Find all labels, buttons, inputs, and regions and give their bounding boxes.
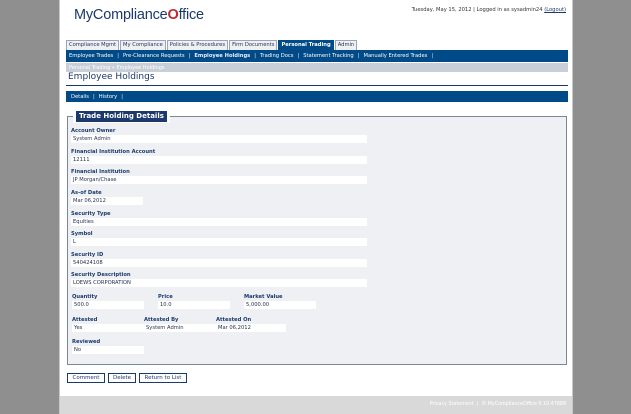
tab-firm-documents[interactable]: Firm Documents [229,40,278,50]
main-tabs: Compliance Mgmt My Compliance Policies &… [66,40,358,50]
tab-admin[interactable]: Admin [334,40,358,50]
logout-link[interactable]: (Logout) [544,7,566,13]
security-type-label: Security Type [71,211,111,217]
logo-check-mark: O [167,7,179,23]
subnav-manually-entered-trades[interactable]: Manually Entered Trades [363,53,427,59]
subnav-statement-tracking[interactable]: Statement Tracking [303,53,354,59]
attested-by-field: System Admin [144,324,216,332]
footer: Privacy Statement | © MyComplianceOffice… [60,396,572,414]
security-description-field: LOEWS CORPORATION [71,279,367,287]
login-prefix: Logged in as [476,7,510,13]
company-logo: MyComplianceOffice [74,7,204,23]
section-title: Trade Holding Details [73,110,170,123]
subnav-separator: | [254,53,257,59]
attested-by-label: Attested By [144,317,179,323]
subnav-separator: | [117,53,119,59]
session-info: Tuesday, May 15, 2012 | Logged in as sys… [411,7,566,13]
breadcrumb-current: Employee Holdings [116,64,165,71]
tab-personal-trading[interactable]: Personal Trading [278,40,334,50]
reviewed-field: No [72,346,144,354]
subnav-separator: | [357,53,360,59]
quantity-label: Quantity [72,294,98,300]
account-owner-label: Account Owner [71,128,116,134]
reviewed-label: Reviewed [72,339,101,345]
logo-text: MyCompliance [74,7,168,23]
subnav-separator: | [297,53,300,59]
fi-label: Financial Institution [71,169,130,175]
market-value-field: 5,000.00 [244,301,316,309]
account-owner-field: System Admin [71,135,367,143]
title-divider [66,85,568,86]
logo-suffix: ffice [178,7,205,23]
quantity-field: 500.0 [72,301,144,309]
privacy-statement-link[interactable]: Privacy Statement [430,402,474,407]
subnav-separator: | [431,53,434,59]
comment-button[interactable]: Comment [67,373,105,383]
detail-separator: | [92,93,95,100]
tab-policies-procedures[interactable]: Policies & Procedures [166,40,229,50]
tab-compliance-mgmt[interactable]: Compliance Mgmt [66,40,120,50]
return-to-list-button[interactable]: Return to List [139,373,187,383]
app-frame: MyComplianceOffice Tuesday, May 15, 2012… [59,0,573,414]
attested-label: Attested [72,317,98,323]
copyright-text: © MyComplianceOffice 6.10.47888 [481,402,566,407]
breadcrumb-parent[interactable]: Personal Trading [69,65,110,71]
detail-tab-history[interactable]: History [99,94,117,100]
security-description-label: Security Description [71,272,131,278]
detail-separator: | [121,93,123,100]
market-value-label: Market Value [244,294,283,300]
symbol-label: Symbol [71,231,93,237]
username: sysadmin24 [511,7,543,13]
subnav-employee-holdings[interactable]: Employee Holdings [194,53,250,59]
attested-on-label: Attested On [216,317,252,323]
subnav-pre-clearance-requests[interactable]: Pre-Clearance Requests [123,53,185,59]
subnav-trading-docs[interactable]: Trading Docs [260,53,293,59]
section-title-text: Trade Holding Details [76,111,167,122]
sub-navigation: Employee Trades | Pre-Clearance Requests |… [66,50,568,62]
symbol-field: L [71,238,367,246]
page-title: Employee Holdings [68,72,155,82]
breadcrumb-separator: » [111,64,115,71]
breadcrumb: Personal Trading » Employee Holdings [66,63,568,72]
as-of-date-field: Mar 06,2012 [71,197,143,205]
detail-tab-details[interactable]: Details [71,94,89,100]
as-of-date-label: As-of Date [71,190,102,196]
subnav-employee-trades[interactable]: Employee Trades [69,53,113,59]
subnav-separator: | [188,53,191,59]
fi-account-field: 12111 [71,156,367,164]
security-id-label: Security ID [71,252,104,258]
current-date: Tuesday, May 15, 2012 [411,7,472,13]
tab-my-compliance[interactable]: My Compliance [120,40,166,50]
delete-button[interactable]: Delete [108,373,136,383]
attested-on-field: Mar 06,2012 [216,324,286,332]
security-type-field: Equities [71,218,367,226]
fi-account-label: Financial Institution Account [71,149,156,155]
price-field: 10.0 [158,301,230,309]
security-id-field: 540424108 [71,259,367,267]
fi-field: JP Morgan/Chase [71,176,367,184]
detail-navigation: Details | History | [66,91,568,102]
price-label: Price [158,294,173,300]
attested-field: Yes [72,324,144,332]
